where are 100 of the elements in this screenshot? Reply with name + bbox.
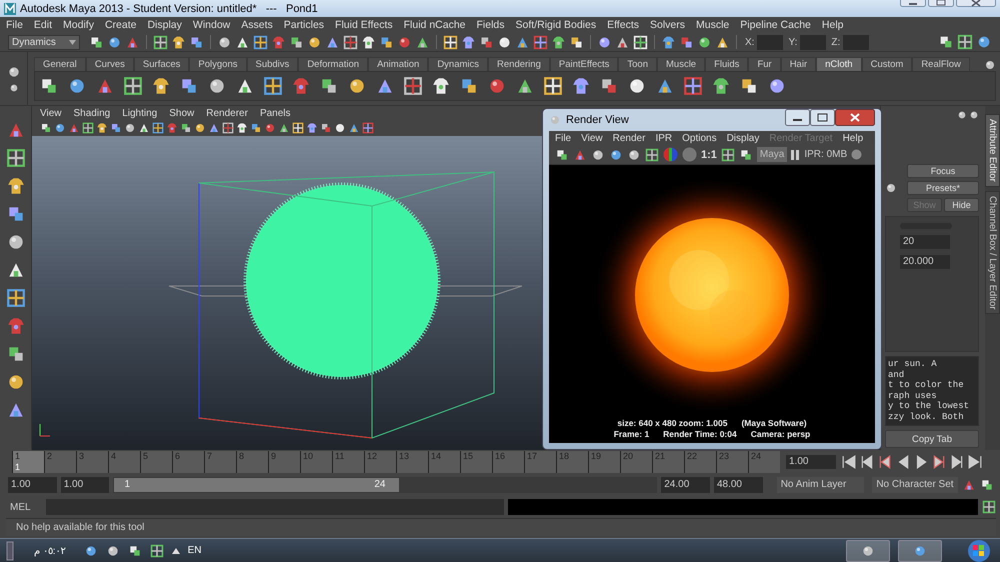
viewport-tool-icon[interactable] xyxy=(306,122,318,134)
shelf-tab[interactable]: Muscle xyxy=(657,57,706,71)
tool-icon[interactable] xyxy=(289,34,304,50)
number-field[interactable]: 20.000 xyxy=(900,255,950,269)
viewport-menu-item[interactable]: Renderer xyxy=(206,108,248,118)
viewport-menu-item[interactable]: View xyxy=(40,108,62,118)
shelf-icon[interactable] xyxy=(151,76,171,96)
shelf-icon[interactable] xyxy=(711,76,731,96)
tool-icon[interactable] xyxy=(6,148,26,168)
tray-icon[interactable] xyxy=(84,544,98,558)
menu-item[interactable]: Muscle xyxy=(696,18,730,30)
taskbar-button[interactable] xyxy=(898,540,942,562)
tool-icon[interactable] xyxy=(217,34,232,50)
menu-item[interactable]: Fluid nCache xyxy=(404,18,466,30)
go-to-end-button[interactable] xyxy=(968,455,982,469)
shelf-tab[interactable]: Toon xyxy=(618,57,657,71)
tool-icon[interactable] xyxy=(533,34,548,50)
side-tab[interactable]: Channel Box / Layer Editor xyxy=(985,190,1000,314)
menu-item[interactable]: Modify xyxy=(63,18,94,30)
tool-icon[interactable] xyxy=(6,288,26,308)
shelf-tab[interactable]: Animation xyxy=(368,57,428,71)
tray-icon[interactable] xyxy=(128,544,142,558)
viewport-tool-icon[interactable] xyxy=(40,122,52,134)
tool-icon[interactable] xyxy=(479,34,494,50)
end-time-field[interactable]: 48.00 xyxy=(714,477,763,493)
viewport-menu-item[interactable]: Shading xyxy=(74,108,110,118)
tool-icon[interactable] xyxy=(6,316,26,336)
menu-item[interactable]: Fields xyxy=(476,18,505,30)
copy-tab-button[interactable]: Copy Tab xyxy=(885,430,979,448)
viewport-menu-item[interactable]: Panels xyxy=(260,108,291,118)
current-time-field[interactable]: 1.00 xyxy=(786,455,836,469)
shelf-icon[interactable] xyxy=(683,76,703,96)
menu-set-dropdown[interactable]: Dynamics xyxy=(8,34,80,50)
shelf-icon[interactable] xyxy=(263,76,283,96)
viewport-tool-icon[interactable] xyxy=(82,122,94,134)
start-time-field[interactable]: 1.00 xyxy=(8,477,57,493)
character-set-dropdown[interactable]: No Character Set xyxy=(872,477,958,493)
coordinate-field[interactable] xyxy=(757,34,784,50)
previous-key-button[interactable] xyxy=(878,455,892,469)
viewport-tool-icon[interactable] xyxy=(334,122,346,134)
viewport-tool-icon[interactable] xyxy=(180,122,192,134)
tool-icon[interactable] xyxy=(661,34,676,50)
shelf-tab[interactable]: Hair xyxy=(780,57,816,71)
shelf-tab[interactable]: Rendering xyxy=(488,57,550,71)
shelf-icon[interactable] xyxy=(403,76,423,96)
shelf-tab[interactable]: General xyxy=(34,57,86,71)
command-language-label[interactable]: MEL xyxy=(10,502,42,512)
taskbar-button[interactable] xyxy=(846,540,890,562)
tool-icon[interactable] xyxy=(461,34,476,50)
viewport-tool-icon[interactable] xyxy=(124,122,136,134)
viewport-tool-icon[interactable] xyxy=(138,122,150,134)
coordinate-field[interactable] xyxy=(800,34,826,50)
menu-item[interactable]: Effects xyxy=(607,18,639,30)
next-key-button[interactable] xyxy=(932,455,946,469)
clock-text[interactable]: م ٠٥:٠٢ xyxy=(34,544,66,556)
viewport-tool-icon[interactable] xyxy=(208,122,220,134)
tool-icon[interactable] xyxy=(397,34,412,50)
real-size-button[interactable]: 1:1 xyxy=(701,148,717,160)
viewport-menu-item[interactable]: Show xyxy=(169,108,194,118)
pause-icon[interactable] xyxy=(791,150,800,160)
tool-icon[interactable] xyxy=(597,34,612,50)
viewport-tool-icon[interactable] xyxy=(222,122,234,134)
menu-item[interactable]: Pipeline Cache xyxy=(740,18,811,30)
coordinate-field[interactable] xyxy=(843,34,870,50)
shelf-icon[interactable] xyxy=(543,76,563,96)
menu-item[interactable]: Create xyxy=(104,18,136,30)
viewport-tool-icon[interactable] xyxy=(292,122,304,134)
menu-item[interactable]: File xyxy=(555,132,572,144)
tool-icon[interactable] xyxy=(307,34,322,50)
anim-layer-dropdown[interactable]: No Anim Layer xyxy=(776,477,864,493)
go-to-start-button[interactable] xyxy=(842,455,856,469)
side-tab[interactable]: Attribute Editor xyxy=(985,114,1000,187)
tool-icon[interactable] xyxy=(107,34,122,50)
color-channels-icon[interactable] xyxy=(663,147,678,162)
tool-icon[interactable] xyxy=(361,34,376,50)
shelf-tab[interactable]: Curves xyxy=(86,57,134,71)
tool-icon[interactable] xyxy=(551,34,566,50)
maximize-button[interactable] xyxy=(928,0,954,7)
shelf-icon[interactable] xyxy=(123,76,143,96)
viewport-tool-icon[interactable] xyxy=(152,122,164,134)
play-backwards-button[interactable] xyxy=(896,455,910,469)
tool-icon[interactable] xyxy=(443,34,458,50)
tool-icon[interactable] xyxy=(633,34,648,50)
shelf-tab[interactable]: Subdivs xyxy=(246,57,298,71)
menu-item[interactable]: Assets xyxy=(241,18,273,30)
tool-icon[interactable] xyxy=(697,34,712,50)
menu-item[interactable]: Help xyxy=(822,18,844,30)
menu-item[interactable]: IPR xyxy=(655,132,672,144)
play-forwards-button[interactable] xyxy=(914,455,928,469)
viewport-tool-icon[interactable] xyxy=(96,122,108,134)
menu-item[interactable]: Window xyxy=(192,18,230,30)
viewport-tool-icon[interactable] xyxy=(278,122,290,134)
tool-icon[interactable] xyxy=(89,34,104,50)
menu-item[interactable]: View xyxy=(581,132,603,144)
tool-icon[interactable] xyxy=(679,34,694,50)
viewport-tool-icon[interactable] xyxy=(320,122,332,134)
viewport-tool-icon[interactable] xyxy=(110,122,122,134)
shelf-icon[interactable] xyxy=(431,76,451,96)
tool-icon[interactable] xyxy=(343,34,358,50)
tool-icon[interactable] xyxy=(153,34,168,50)
